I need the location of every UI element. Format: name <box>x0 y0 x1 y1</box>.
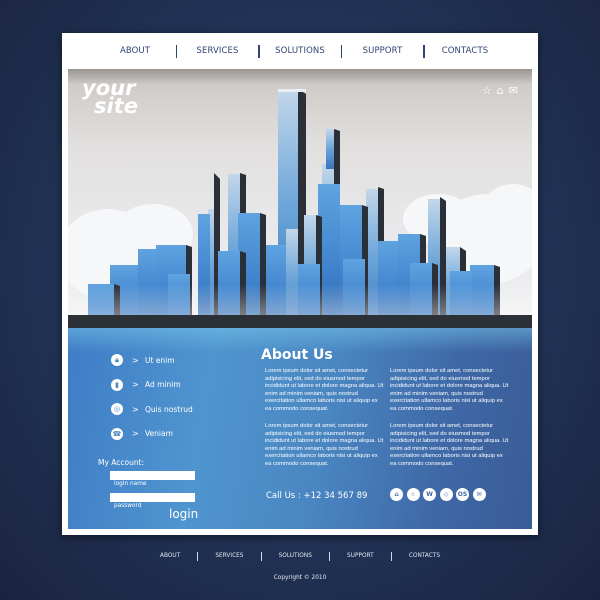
chevron-right-icon: > <box>132 355 139 365</box>
star-social-icon[interactable]: ☆ <box>406 488 420 501</box>
hero-icons: ☆ ⌂ ✉ <box>482 85 518 96</box>
footer-divider <box>197 551 199 561</box>
hero-banner: your site ☆ ⌂ ✉ <box>68 69 532 328</box>
password-input[interactable] <box>110 493 195 502</box>
mail-social-icon[interactable]: ✉ <box>472 488 486 501</box>
login-name-caption: login name <box>114 481 147 487</box>
top-nav: ABOUT SERVICES SOLUTIONS SUPPORT CONTACT… <box>62 33 538 69</box>
side-item-label: Veniam <box>145 429 173 439</box>
about-paragraph: Lorem ipsum dolor sit amet, consectetur … <box>265 368 384 412</box>
page-card: ABOUT SERVICES SOLUTIONS SUPPORT CONTACT… <box>62 33 538 535</box>
os-social-icon[interactable]: OS <box>456 488 469 501</box>
chevron-right-icon: > <box>132 404 139 414</box>
mail-icon[interactable]: ✉ <box>509 85 518 96</box>
side-item-quis-nostrud[interactable]: ◎ > Quis nostrud <box>111 397 193 422</box>
copyright-text: Copyright © 2010 <box>273 575 327 581</box>
target-icon: ◎ <box>111 403 123 416</box>
home-icon[interactable]: ⌂ <box>497 85 504 96</box>
side-item-ad-minim[interactable]: ▮ > Ad minim <box>111 373 193 398</box>
footer-nav-solutions[interactable]: SOLUTIONS <box>279 553 312 559</box>
phone-icon: ☎︎ <box>111 427 123 440</box>
social-icons: ⌂ ☆ W ◇ OS ✉ <box>390 488 486 501</box>
side-item-label: Ut enim <box>145 355 175 365</box>
site-logo[interactable]: your site <box>82 78 138 117</box>
about-paragraph: Lorem ipsum dolor sit amet, consectetur … <box>265 423 384 467</box>
star-icon[interactable]: ☆ <box>482 85 492 96</box>
nav-contacts[interactable]: CONTACTS <box>425 46 506 56</box>
chevron-right-icon: > <box>132 429 139 439</box>
lock-icon: 🔒︎ <box>111 354 123 367</box>
side-item-label: Quis nostrud <box>145 404 193 414</box>
about-title: About Us <box>261 347 333 363</box>
nav-services[interactable]: SERVICES <box>177 46 258 56</box>
login-button[interactable]: login <box>169 507 198 521</box>
footer-nav: ABOUT SERVICES SOLUTIONS SUPPORT CONTACT… <box>160 550 440 562</box>
about-paragraph: Lorem ipsum dolor sit amet, consectetur … <box>390 423 509 467</box>
book-icon: ▮ <box>111 378 123 391</box>
side-item-veniam[interactable]: ☎︎ > Veniam <box>111 422 193 447</box>
footer-divider <box>390 551 392 561</box>
side-menu: 🔒︎ > Ut enim ▮ > Ad minim ◎ > Quis nostr… <box>111 348 193 446</box>
footer-nav-services[interactable]: SERVICES <box>215 553 243 559</box>
footer-nav-about[interactable]: ABOUT <box>160 553 180 559</box>
w-social-icon[interactable]: W <box>423 488 436 501</box>
content-panel: 🔒︎ > Ut enim ▮ > Ad minim ◎ > Quis nostr… <box>68 328 532 529</box>
nav-support[interactable]: SUPPORT <box>342 46 423 56</box>
nav-about[interactable]: ABOUT <box>95 46 176 56</box>
footer-divider <box>260 551 262 561</box>
about-paragraph: Lorem ipsum dolor sit amet, consectetur … <box>390 368 509 412</box>
nav-solutions[interactable]: SOLUTIONS <box>260 46 341 56</box>
footer-nav-support[interactable]: SUPPORT <box>347 553 374 559</box>
footer-nav-contacts[interactable]: CONTACTS <box>409 553 440 559</box>
call-us-text: Call Us : +12 34 567 89 <box>266 491 368 501</box>
login-name-input[interactable] <box>110 471 195 480</box>
compass-social-icon[interactable]: ◇ <box>439 488 453 501</box>
home-social-icon[interactable]: ⌂ <box>390 488 403 501</box>
side-item-label: Ad minim <box>145 380 181 390</box>
footer-divider <box>328 551 330 561</box>
side-item-ut-enim[interactable]: 🔒︎ > Ut enim <box>111 348 193 373</box>
account-form: My Account: login name password login <box>98 458 198 521</box>
chevron-right-icon: > <box>132 380 139 390</box>
account-title: My Account: <box>98 458 145 467</box>
